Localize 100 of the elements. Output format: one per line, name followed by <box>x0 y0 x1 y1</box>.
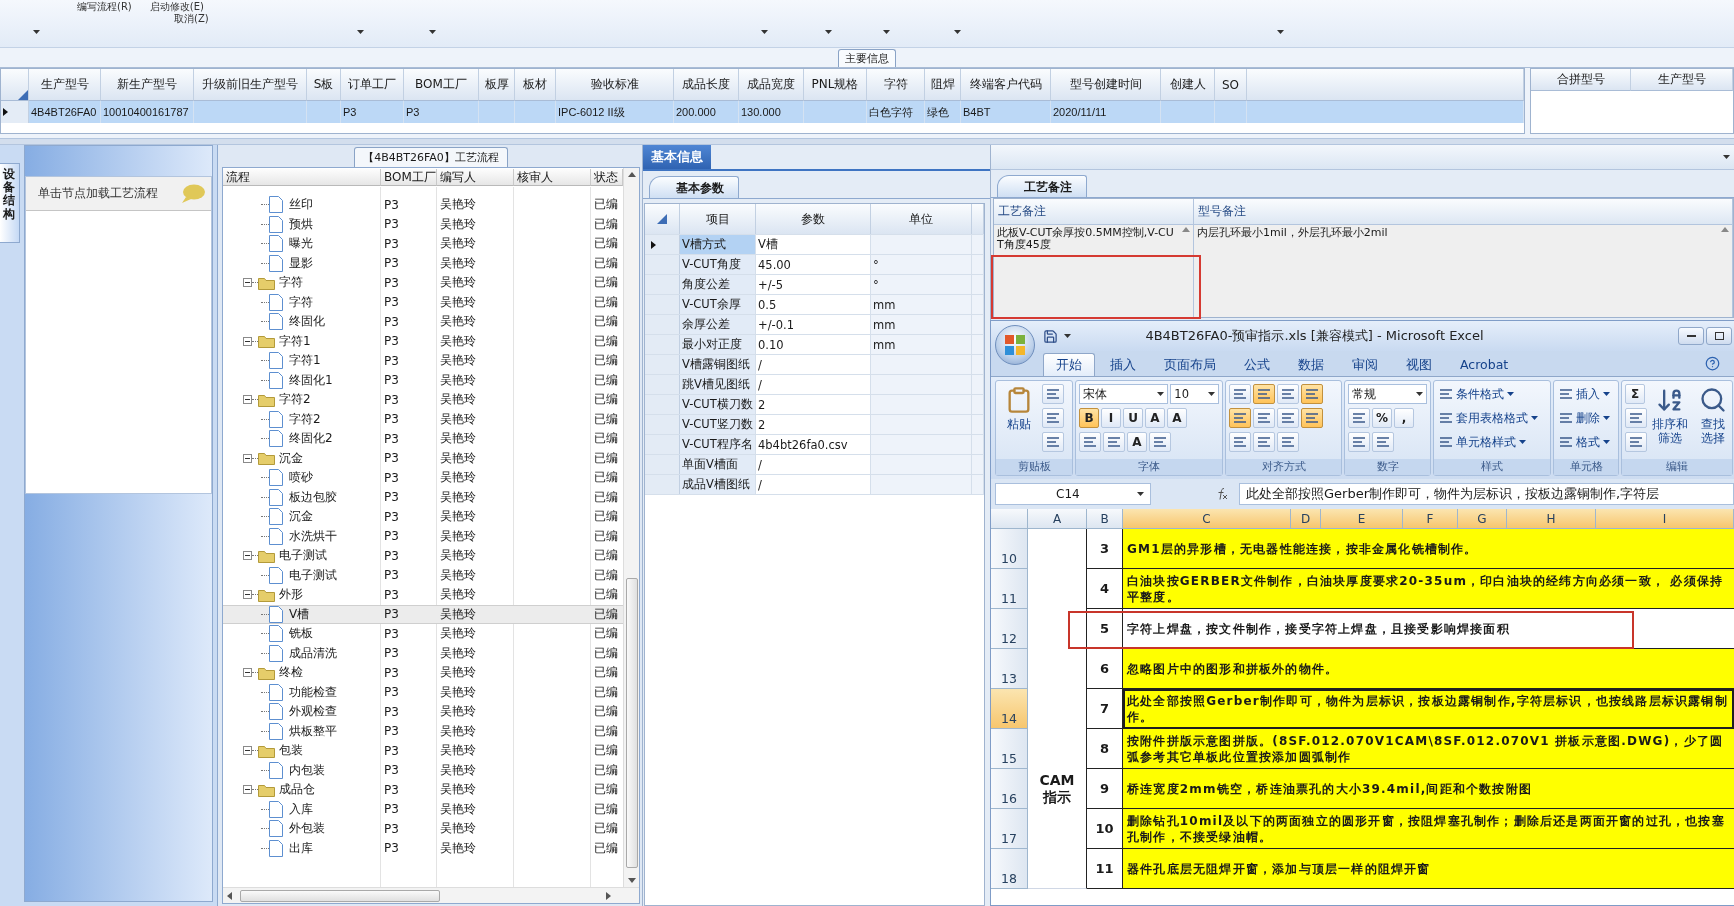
tree-node-label[interactable]: 终固化 <box>289 313 325 331</box>
tree-row[interactable]: 铣板 P3 吴艳玲 已编 <box>223 624 623 644</box>
tree-node-label[interactable]: 电子测试 <box>279 547 327 565</box>
tree-row[interactable]: 字符2 P3 吴艳玲 已编 <box>223 409 623 429</box>
column-header[interactable]: 工艺备注 <box>994 199 1194 225</box>
ribbon-tab[interactable]: 公式 <box>1231 353 1283 376</box>
collapse-icon[interactable] <box>243 336 252 346</box>
table-cell[interactable]: V槽露铜图纸 <box>680 355 756 374</box>
row-selector[interactable] <box>1 101 29 123</box>
column-header[interactable]: I <box>1596 509 1734 529</box>
format-button[interactable]: U <box>1123 408 1143 428</box>
menu-item[interactable]: 编写流程(R) <box>77 0 132 12</box>
format-button[interactable] <box>1277 384 1299 404</box>
row-header[interactable]: 13 <box>991 649 1028 689</box>
tree-row[interactable]: 内包装 P3 吴艳玲 已编 <box>223 760 623 780</box>
name-box[interactable]: C14 <box>995 483 1151 505</box>
tree-node-label[interactable]: 字符1 <box>289 352 321 370</box>
column-header[interactable]: C <box>1123 509 1291 529</box>
tree-row[interactable]: 成品清洗 P3 吴艳玲 已编 <box>223 643 623 663</box>
menu-button[interactable]: 单元格样式 <box>1437 432 1528 452</box>
caret-icon[interactable] <box>1723 155 1730 159</box>
row-header[interactable]: 16 <box>991 769 1028 809</box>
tree-row[interactable]: 丝印 P3 吴艳玲 已编 <box>223 195 623 215</box>
ribbon-tab[interactable]: 视图 <box>1393 353 1445 376</box>
tree-row[interactable]: 烘板整平 P3 吴艳玲 已编 <box>223 721 623 741</box>
column-header[interactable]: 订单工厂 <box>341 69 404 101</box>
column-header[interactable]: 单位 <box>871 204 972 234</box>
tree-row[interactable]: 入库 P3 吴艳玲 已编 <box>223 799 623 819</box>
tree-node-label[interactable]: 终检 <box>279 664 303 682</box>
tree-node-label[interactable]: 终固化1 <box>289 371 333 389</box>
tree-row[interactable]: 喷砂 P3 吴艳玲 已编 <box>223 468 623 488</box>
row-header[interactable]: 12 <box>991 609 1028 649</box>
format-button[interactable] <box>1301 384 1323 404</box>
formula-field[interactable]: 此处全部按照Gerber制作即可，物件为层标识，按板边露铜制作,字符层 <box>1239 483 1734 505</box>
ribbon-tab[interactable]: 审阅 <box>1339 353 1391 376</box>
table-cell[interactable]: 成品V槽图纸 <box>680 475 756 494</box>
caret-icon[interactable] <box>761 30 768 34</box>
tree-row[interactable]: 外包装 P3 吴艳玲 已编 <box>223 819 623 839</box>
collapse-icon[interactable] <box>243 278 252 288</box>
tree-row[interactable]: 外形 P3 吴艳玲 已编 <box>223 585 623 605</box>
table-corner[interactable] <box>645 204 680 234</box>
tree-row[interactable]: 外观检查 P3 吴艳玲 已编 <box>223 702 623 722</box>
scroll-up-icon[interactable] <box>1182 227 1190 232</box>
format-button[interactable] <box>1229 408 1251 428</box>
column-header[interactable]: 阻焊 <box>925 69 961 101</box>
dropdown-field[interactable]: 10 <box>1170 384 1219 404</box>
menu-item[interactable]: 启动修改(E) <box>149 0 204 12</box>
tree-row[interactable]: 电子测试 P3 吴艳玲 已编 <box>223 565 623 585</box>
column-header[interactable]: D <box>1291 509 1321 529</box>
format-button[interactable] <box>1253 432 1275 452</box>
tree-row[interactable]: 终检 P3 吴艳玲 已编 <box>223 663 623 683</box>
caret-icon[interactable] <box>1064 334 1071 338</box>
caret-icon[interactable] <box>1277 30 1284 34</box>
column-header[interactable]: BOM工厂 <box>381 169 437 186</box>
format-button[interactable]: % <box>1372 408 1393 428</box>
ribbon-tab[interactable]: 插入 <box>1097 353 1149 376</box>
column-header[interactable]: 生产型号 <box>29 69 101 101</box>
tree-row[interactable]: 沉金 P3 吴艳玲 已编 <box>223 448 623 468</box>
collapse-icon[interactable] <box>243 668 252 678</box>
table-cell[interactable]: 跳V槽见图纸 <box>680 375 756 394</box>
column-header[interactable]: 升级前旧生产型号 <box>194 69 307 101</box>
menu-button[interactable]: 套用表格格式 <box>1437 408 1540 428</box>
table-cell[interactable]: V-CUT横刀数 <box>680 395 756 414</box>
table-cell[interactable]: 单面V槽面 <box>680 455 756 474</box>
format-button[interactable] <box>1042 408 1064 428</box>
table-cell[interactable]: V-CUT余厚 <box>680 295 756 314</box>
menu-button[interactable]: 插入 <box>1557 384 1612 404</box>
tree-node-label[interactable]: 内包装 <box>289 761 325 779</box>
tree-row[interactable]: 字符2 P3 吴艳玲 已编 <box>223 390 623 410</box>
tree-node-label[interactable]: 包装 <box>279 742 303 760</box>
tree-node-label[interactable]: 板边包胶 <box>289 488 337 506</box>
caret-icon[interactable] <box>954 30 961 34</box>
column-header[interactable]: 生产型号 <box>1631 69 1733 91</box>
tree-row[interactable]: 终固化1 P3 吴艳玲 已编 <box>223 370 623 390</box>
tree-row[interactable]: 终固化 P3 吴艳玲 已编 <box>223 312 623 332</box>
tree-row[interactable]: 字符1 P3 吴艳玲 已编 <box>223 351 623 371</box>
ribbon-tab[interactable]: Acrobat <box>1447 353 1522 376</box>
tree-row[interactable]: 板边包胶 P3 吴艳玲 已编 <box>223 487 623 507</box>
tree-node-label[interactable]: 喷砂 <box>289 469 313 487</box>
column-header[interactable]: A <box>1028 509 1087 529</box>
table-cell[interactable]: V-CUT程序名 <box>680 435 756 454</box>
tree-row[interactable]: 功能检查 P3 吴艳玲 已编 <box>223 682 623 702</box>
scroll-up-icon[interactable] <box>1721 227 1729 232</box>
column-header[interactable]: BOM工厂 <box>404 69 479 101</box>
tree-node-label[interactable]: 字符 <box>279 274 303 292</box>
tree-node-label[interactable]: 沉金 <box>289 508 313 526</box>
tree-node-label[interactable]: 入库 <box>289 800 313 818</box>
row-header[interactable]: 17 <box>991 809 1028 849</box>
ribbon-button[interactable]: 查找 选择 <box>1693 384 1733 456</box>
tree-node-label[interactable]: 字符2 <box>279 391 311 409</box>
format-button[interactable] <box>1253 408 1275 428</box>
tree-node-label[interactable]: 终固化2 <box>289 430 333 448</box>
caret-icon[interactable] <box>825 30 832 34</box>
column-header[interactable]: 编写人 <box>437 169 514 186</box>
table-cell[interactable]: V-CUT竖刀数 <box>680 415 756 434</box>
column-header[interactable]: 成品宽度 <box>739 69 804 101</box>
column-header[interactable]: SO <box>1215 69 1247 101</box>
sub-tab[interactable]: 工艺备注 <box>997 175 1087 197</box>
format-button[interactable] <box>1229 384 1251 404</box>
column-header[interactable]: 创建人 <box>1161 69 1215 101</box>
